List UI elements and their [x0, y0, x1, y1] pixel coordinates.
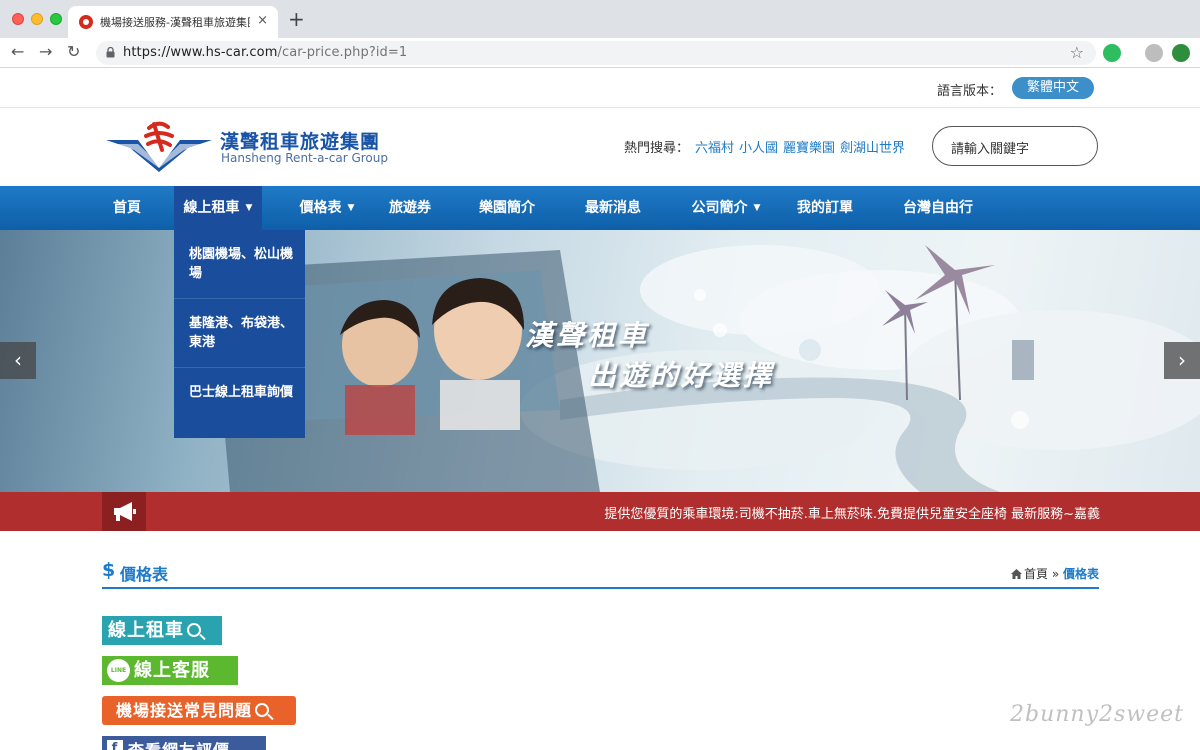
evernote-extension-icon[interactable] — [1103, 44, 1121, 62]
nav-item-about[interactable]: 公司簡介 ▼ — [682, 186, 770, 230]
browser-tabstrip: 機場接送服務-漢聲租車旅遊集團 × + — [0, 0, 1200, 38]
megaphone-icon — [102, 492, 146, 531]
banner-headline: 漢聲租車 — [525, 319, 650, 352]
facebook-reviews-button[interactable]: f 查看網友評價 — [102, 736, 266, 750]
nav-item-taiwan-travel[interactable]: 台灣自由行 — [894, 186, 982, 230]
new-tab-icon[interactable]: + — [288, 9, 305, 29]
minimize-window-button[interactable] — [31, 13, 43, 25]
nav-item-parks[interactable]: 樂園簡介 — [470, 186, 544, 230]
bookmark-star-icon[interactable]: ☆ — [1070, 43, 1084, 62]
search-input[interactable]: 請輸入關鍵字 — [932, 126, 1098, 166]
browser-toolbar: ← → ↻ https://www.hs-car.com/car-price.p… — [0, 38, 1200, 68]
breadcrumb-current: 價格表 — [1062, 567, 1099, 581]
url-text[interactable]: https://www.hs-car.com/car-price.php?id=… — [123, 45, 407, 60]
dollar-icon: $ — [102, 559, 116, 581]
chevron-down-icon: ▼ — [347, 203, 355, 213]
hot-search-label: 熱門搜尋： — [624, 141, 690, 156]
online-rental-button[interactable]: 線上租車 — [102, 616, 222, 645]
browser-tab[interactable]: 機場接送服務-漢聲租車旅遊集團 × — [68, 6, 278, 38]
page-title: 價格表 — [120, 565, 169, 584]
language-select-button[interactable]: 繁體中文 — [1012, 77, 1094, 99]
news-ticker-text[interactable]: 提供您優質的乘車環境:司機不抽菸.車上無菸味.免費提供兒童安全座椅 最新服務~嘉… — [604, 503, 1100, 522]
slider-prev-icon[interactable]: ‹ — [0, 342, 36, 379]
hot-link[interactable]: 劍湖山世界 — [840, 141, 905, 156]
site-favicon-icon — [79, 15, 93, 29]
chevron-down-icon: ▼ — [753, 203, 761, 213]
search-icon — [187, 623, 201, 637]
nav-item-online-rental[interactable]: 線上租車 ▼ — [174, 186, 262, 230]
hot-search-links: 六福村 小人國 麗寶樂園 劍湖山世界 — [695, 137, 910, 156]
tab-close-icon[interactable]: × — [257, 13, 268, 29]
facebook-icon: f — [107, 740, 123, 750]
hot-link[interactable]: 六福村 — [695, 141, 734, 156]
watermark: 2bunny2sweet — [1010, 702, 1185, 727]
online-rental-dropdown: 桃園機場、松山機場 基隆港、布袋港、東港 巴士線上租車詢價 — [174, 230, 305, 438]
line-logo-icon: LINE — [107, 659, 130, 682]
breadcrumb: 首頁 » 價格表 — [1010, 565, 1099, 582]
search-icon — [255, 703, 270, 717]
breadcrumb-home[interactable]: 首頁 — [1024, 567, 1048, 581]
language-bar: 語言版本： 繁體中文 — [0, 68, 1200, 108]
slider-next-icon[interactable]: › — [1164, 342, 1200, 379]
nav-item-vouchers[interactable]: 旅遊券 — [380, 186, 440, 230]
hot-link[interactable]: 麗寶樂園 — [783, 141, 835, 156]
chevron-down-icon: ▼ — [245, 203, 253, 213]
reload-icon[interactable]: ↻ — [67, 43, 80, 61]
brand-name-en[interactable]: Hansheng Rent-a-car Group — [221, 151, 388, 165]
line-support-button[interactable]: LINE 線上客服 — [102, 656, 238, 685]
tab-title: 機場接送服務-漢聲租車旅遊集團 — [100, 16, 250, 29]
language-label: 語言版本： — [937, 84, 1003, 99]
home-icon — [1010, 569, 1022, 579]
nav-item-my-orders[interactable]: 我的訂單 — [788, 186, 862, 230]
banner-subheadline: 出遊的好選擇 — [588, 359, 775, 392]
nav-item-news[interactable]: 最新消息 — [576, 186, 650, 230]
company-logo-icon[interactable] — [104, 118, 214, 174]
hot-link[interactable]: 小人國 — [739, 141, 778, 156]
nav-item-price-list[interactable]: 價格表 ▼ — [284, 186, 370, 230]
profile-avatar-icon[interactable] — [1145, 44, 1163, 62]
close-window-button[interactable] — [12, 13, 24, 25]
news-ticker: 提供您優質的乘車環境:司機不抽菸.車上無菸味.免費提供兒童安全座椅 最新服務~嘉… — [0, 492, 1200, 531]
dropdown-item-harbor[interactable]: 基隆港、布袋港、東港 — [174, 299, 305, 368]
section-header: $ 價格表 首頁 » 價格表 — [102, 559, 1099, 589]
maximize-window-button[interactable] — [50, 13, 62, 25]
lock-icon — [106, 47, 115, 58]
nav-item-home[interactable]: 首頁 — [102, 186, 152, 230]
brand-name-zh[interactable]: 漢聲租車旅遊集團 — [220, 127, 380, 154]
address-bar[interactable]: https://www.hs-car.com/car-price.php?id=… — [96, 41, 1096, 65]
dropdown-item-airport[interactable]: 桃園機場、松山機場 — [174, 230, 305, 299]
dropdown-item-bus-quote[interactable]: 巴士線上租車詢價 — [174, 368, 305, 437]
breadcrumb-separator: » — [1051, 567, 1060, 581]
main-nav: 首頁 線上租車 ▼ 價格表 ▼ 旅遊券 樂園簡介 最新消息 公司簡介 ▼ 我的訂單 台… — [0, 186, 1200, 230]
search-placeholder: 請輸入關鍵字 — [951, 142, 1030, 157]
back-arrow-icon[interactable]: ← — [11, 43, 24, 61]
airport-faq-button[interactable]: 機場接送常見問題 — [102, 696, 296, 725]
chrome-menu-icon[interactable] — [1172, 44, 1190, 62]
forward-arrow-icon[interactable]: → — [39, 43, 52, 61]
